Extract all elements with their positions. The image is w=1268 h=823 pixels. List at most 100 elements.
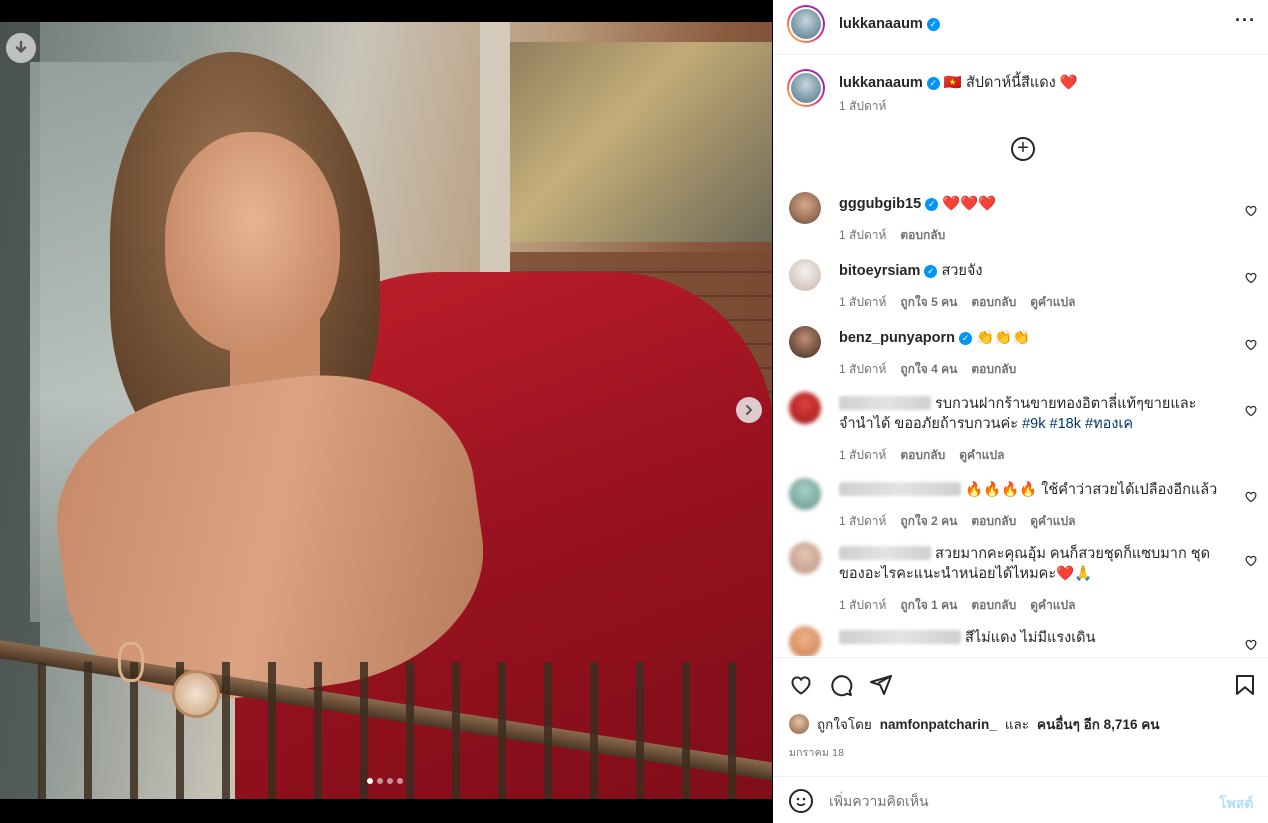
post-header: lukkanaaum ✓ ··· — [773, 0, 1268, 55]
comment-avatar[interactable] — [789, 259, 821, 291]
comment-avatar[interactable] — [789, 392, 821, 424]
post-comment-button[interactable]: โพสต์ — [1219, 793, 1253, 815]
post-date: มกราคม 18 — [789, 747, 845, 759]
caption: lukkanaaum ✓ 🇻🇳 สัปดาห์นี้สีแดง ❤️ — [839, 71, 1078, 94]
comment-input[interactable] — [829, 789, 1189, 813]
comment-username-redacted[interactable] — [839, 396, 931, 410]
heart-icon — [1245, 205, 1257, 217]
more-icon: ··· — [1235, 10, 1256, 30]
heart-icon — [1245, 639, 1257, 651]
add-circle-icon: + — [1017, 137, 1029, 159]
comment-username[interactable]: gggubgib15 — [839, 196, 921, 212]
verified-icon: ✓ — [926, 18, 940, 31]
comment-meta: 1 สัปดาห์ ถูกใจ 4 คน ตอบกลับ — [839, 360, 1030, 379]
comment-like-button[interactable] — [1245, 490, 1257, 503]
comment-likes[interactable]: ถูกใจ 1 คน — [900, 598, 957, 612]
comment-avatar[interactable] — [789, 192, 821, 224]
instagram-post-modal: lukkanaaum ✓ ··· lukkanaaum ✓ 🇻🇳 สัปดาห์นี… — [0, 0, 1268, 823]
load-more-comments-button[interactable]: + — [1011, 137, 1035, 161]
hashtag-link[interactable]: #ทองเค — [1085, 416, 1133, 432]
comment-username[interactable]: benz_punyaporn — [839, 330, 955, 346]
comment-username-redacted[interactable] — [839, 482, 961, 496]
carousel-dot — [367, 778, 373, 784]
heart-icon[interactable] — [789, 673, 813, 697]
caption-emoji: ❤️ — [1059, 75, 1078, 91]
comment-like-button[interactable] — [1245, 638, 1257, 651]
author-avatar[interactable] — [787, 5, 825, 43]
reply-button[interactable]: ตอบกลับ — [900, 228, 945, 242]
see-translation-button[interactable]: ดูคำแปล — [1030, 598, 1075, 612]
post-details-panel: lukkanaaum ✓ ··· lukkanaaum ✓ 🇻🇳 สัปดาห์นี… — [773, 0, 1268, 823]
more-options-button[interactable]: ··· — [1235, 10, 1256, 31]
comment-avatar[interactable] — [789, 478, 821, 510]
heart-icon — [1245, 272, 1257, 284]
comment-likes[interactable]: ถูกใจ 2 คน — [900, 514, 957, 528]
likes-summary[interactable]: ถูกใจโดย namfonpatcharin_ และ คนอื่นๆ อีก 8… — [789, 713, 1159, 735]
caption-username[interactable]: lukkanaaum — [839, 75, 923, 91]
comment-body: bitoeyrsiam ✓ สวยจัง — [839, 261, 1219, 281]
comment-meta: 1 สัปดาห์ ถูกใจ 2 คน ตอบกลับ ดูคำแปล — [839, 512, 1090, 531]
heart-icon — [1245, 405, 1257, 417]
comment-username[interactable]: bitoeyrsiam — [839, 263, 920, 279]
comment-like-button[interactable] — [1245, 338, 1257, 351]
caption-avatar[interactable] — [787, 69, 825, 107]
see-translation-button[interactable]: ดูคำแปล — [959, 448, 1004, 462]
photo-face — [165, 132, 340, 352]
hashtag-link[interactable]: #9k — [1022, 416, 1045, 432]
download-button[interactable] — [6, 33, 36, 63]
likes-others[interactable]: คนอื่นๆ อีก 8,716 คน — [1037, 713, 1159, 735]
comment-age: 1 สัปดาห์ — [839, 598, 887, 612]
share-icon[interactable] — [869, 673, 893, 697]
comment-like-button[interactable] — [1245, 204, 1257, 217]
comment-likes[interactable]: ถูกใจ 4 คน — [900, 362, 957, 376]
carousel-next-button[interactable] — [736, 397, 762, 423]
comment-meta: 1 สัปดาห์ ตอบกลับ — [839, 226, 959, 245]
heart-icon — [1245, 491, 1257, 503]
likes-user[interactable]: namfonpatcharin_ — [880, 717, 997, 732]
chevron-right-icon — [746, 405, 753, 415]
comment-icon[interactable] — [829, 673, 853, 697]
reply-button[interactable]: ตอบกลับ — [971, 362, 1016, 376]
comment-text: 🔥🔥🔥🔥 ใช้คำว่าสวยได้เปลืองอีกแล้ว — [965, 482, 1218, 498]
comment-username-redacted[interactable] — [839, 546, 931, 560]
comment-age: 1 สัปดาห์ — [839, 362, 887, 376]
comment-body: benz_punyaporn ✓ 👏👏👏 — [839, 328, 1219, 348]
heart-icon — [1245, 555, 1257, 567]
comment-avatar[interactable] — [789, 626, 821, 656]
comment-body: gggubgib15 ✓ ❤️❤️❤️ — [839, 194, 1219, 214]
comment-body: สีไม่แดง ไม่มีแรงเดิน — [839, 628, 1219, 648]
carousel-dot — [397, 778, 403, 784]
reply-button[interactable]: ตอบกลับ — [971, 514, 1016, 528]
comment-like-button[interactable] — [1245, 271, 1257, 284]
comment-body: รบกวนฝากร้านขายทองอิตาลี่แท้ๆขายและจำนำไ… — [839, 394, 1219, 434]
comment-like-button[interactable] — [1245, 554, 1257, 567]
comment-avatar[interactable] — [789, 542, 821, 574]
comment-username-redacted[interactable] — [839, 630, 961, 644]
comment-like-button[interactable] — [1245, 404, 1257, 417]
comment-body: 🔥🔥🔥🔥 ใช้คำว่าสวยได้เปลืองอีกแล้ว — [839, 480, 1219, 500]
liker-avatar — [789, 714, 809, 734]
comments-list[interactable]: lukkanaaum ✓ 🇻🇳 สัปดาห์นี้สีแดง ❤️ 1 สัปด… — [773, 56, 1268, 656]
hashtag-link[interactable]: #18k — [1050, 416, 1081, 432]
post-photo[interactable] — [0, 22, 772, 799]
see-translation-button[interactable]: ดูคำแปล — [1030, 514, 1075, 528]
photo-bracelet — [118, 642, 144, 682]
comment-text: สวยจัง — [941, 263, 983, 279]
verified-icon: ✓ — [925, 198, 939, 211]
comment-age: 1 สัปดาห์ — [839, 228, 887, 242]
comment-likes[interactable]: ถูกใจ 5 คน — [900, 295, 957, 309]
reply-button[interactable]: ตอบกลับ — [971, 598, 1016, 612]
reply-button[interactable]: ตอบกลับ — [900, 448, 945, 462]
verified-icon: ✓ — [959, 332, 973, 345]
see-translation-button[interactable]: ดูคำแปล — [1030, 295, 1075, 309]
comment-text: ❤️❤️❤️ — [942, 196, 997, 212]
verified-icon: ✓ — [924, 265, 938, 278]
verified-icon: ✓ — [926, 77, 940, 90]
reply-button[interactable]: ตอบกลับ — [971, 295, 1016, 309]
comment-avatar[interactable] — [789, 326, 821, 358]
bookmark-icon[interactable] — [1233, 673, 1257, 697]
author-username[interactable]: lukkanaaum ✓ — [839, 16, 940, 32]
caption-text: สัปดาห์นี้สีแดง — [965, 75, 1056, 91]
emoji-icon[interactable] — [789, 789, 813, 813]
comment-meta: 1 สัปดาห์ ถูกใจ 1 คน ตอบกลับ ดูคำแปล — [839, 596, 1090, 615]
